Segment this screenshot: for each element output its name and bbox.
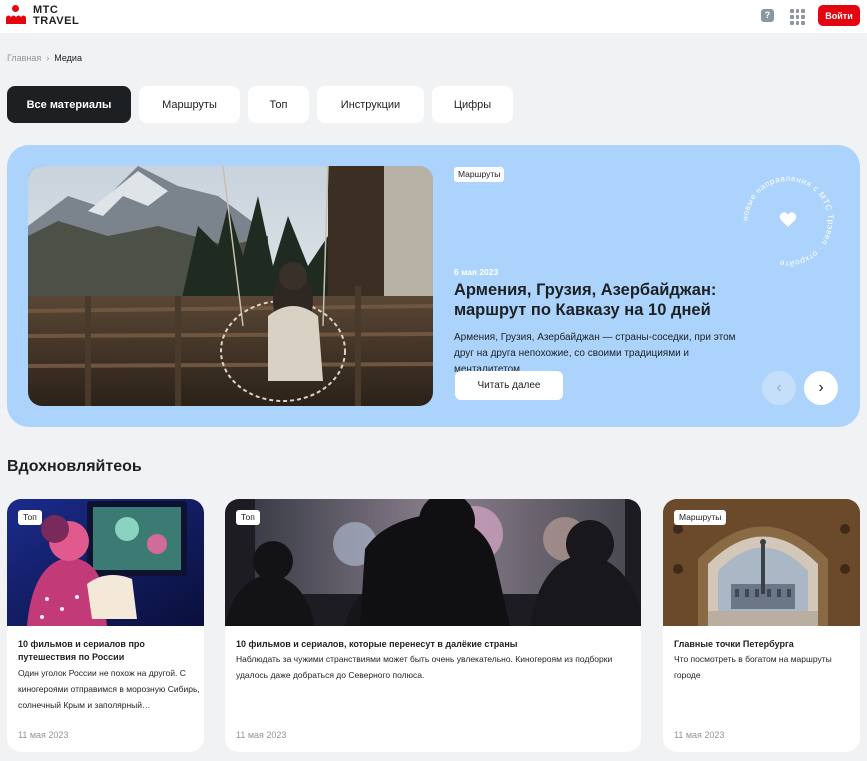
tab-instructions[interactable]: Инструкции — [317, 86, 424, 123]
carousel-prev-button[interactable]: ‹ — [762, 371, 796, 405]
hero-category-badge: Маршруты — [454, 167, 505, 182]
hero-image[interactable] — [28, 166, 433, 406]
card-description: Один уголок России не похож на другой. С… — [18, 668, 200, 710]
breadcrumb-home-link[interactable]: Главная — [7, 53, 41, 63]
section-title: Вдохновляйтеоь — [7, 458, 142, 475]
card-date: 11 мая 2023 — [674, 730, 725, 740]
card-description: Что посмотреть в богатом на маршруты гор… — [674, 654, 832, 680]
read-more-button[interactable]: Читать далее — [455, 371, 563, 400]
article-card[interactable]: Маршруты Главные точки Петербурга Что по… — [663, 499, 860, 752]
card-category-badge: Топ — [18, 510, 42, 525]
card-image — [225, 499, 641, 626]
tab-all-materials[interactable]: Все материалы — [7, 86, 131, 123]
breadcrumb: Главная › Медиа — [7, 53, 82, 63]
hero-banner: Маршруты 6 мая 2023 Армения, Грузия, Азе… — [7, 145, 860, 427]
hero-date: 6 мая 2023 — [454, 267, 499, 277]
article-card[interactable]: Топ 10 фильмов и сериалов про путешестви… — [7, 499, 204, 752]
card-title[interactable]: Главные точки Петербурга — [674, 638, 854, 651]
card-category-badge: Маршруты — [674, 510, 727, 525]
apps-grid-icon[interactable] — [790, 9, 805, 25]
card-title[interactable]: 10 фильмов и сериалов, которые перенесут… — [236, 638, 636, 651]
tab-numbers[interactable]: Цифры — [432, 86, 513, 123]
tab-top[interactable]: Топ — [248, 86, 309, 123]
chevron-right-icon: › — [46, 53, 50, 63]
carousel-next-button[interactable]: › — [804, 371, 838, 405]
help-icon[interactable]: ? — [761, 9, 774, 22]
card-title[interactable]: 10 фильмов и сериалов про путешествия по… — [18, 638, 178, 664]
mts-logo-icon — [6, 5, 26, 27]
breadcrumb-current: Медиа — [54, 53, 82, 63]
card-date: 11 мая 2023 — [236, 730, 287, 740]
card-description: Наблюдать за чужими странствиями может б… — [236, 654, 613, 680]
top-header: МТС TRAVEL ? Войти — [0, 0, 867, 33]
mts-travel-logo[interactable]: МТС TRAVEL — [6, 5, 79, 27]
hero-title[interactable]: Армения, Грузия, Азербайджан: маршрут по… — [454, 280, 774, 320]
logo-text: МТС TRAVEL — [33, 4, 80, 27]
card-date: 11 мая 2023 — [18, 730, 69, 740]
article-card[interactable]: Топ 10 фильмов и сериалов, которые перен… — [225, 499, 641, 752]
card-category-badge: Топ — [236, 510, 260, 525]
heart-icon — [779, 212, 797, 227]
tab-routes[interactable]: Маршруты — [139, 86, 240, 123]
login-button[interactable]: Войти — [818, 5, 860, 26]
promo-stamp: новые направления с МТС Трэвел · откройт… — [741, 174, 835, 268]
